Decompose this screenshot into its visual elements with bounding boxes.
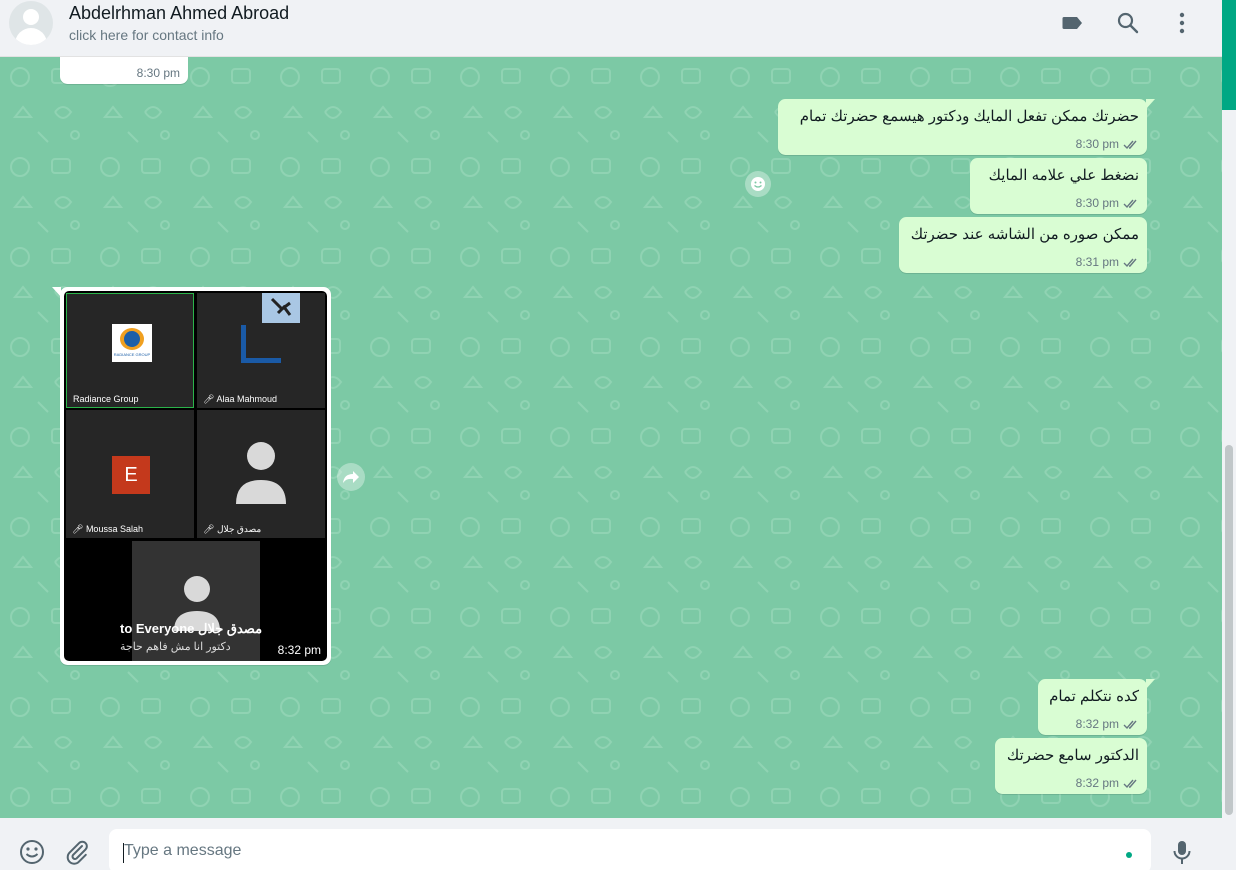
microphone-icon[interactable]	[1168, 838, 1196, 866]
message-text: ممكن صوره من الشاشه عند حضرتك	[910, 226, 1139, 243]
chat-area[interactable]: 8:30 pm حضرتك ممكن تفعل المايك ودكتور هي…	[0, 57, 1222, 818]
menu-icon[interactable]	[1169, 10, 1195, 36]
message-meta: 8:32 pm	[1076, 717, 1139, 731]
video-tile: E 🎤︎ Moussa Salah	[66, 410, 194, 538]
tile-label: 🎤︎ Alaa Mahmoud	[203, 394, 277, 404]
message-time: 8:32 pm	[1075, 776, 1119, 790]
scrollbar-thumb[interactable]	[1225, 445, 1233, 815]
video-tile: RADIANCE GROUP Radiance Group	[66, 293, 194, 408]
radiance-logo: RADIANCE GROUP	[112, 324, 152, 362]
message-time: 8:30 pm	[136, 66, 180, 80]
bubble-tail	[1146, 99, 1155, 109]
tile-label: 🎤︎ Moussa Salah	[72, 524, 143, 534]
message-meta: 8:30 pm	[1076, 137, 1139, 151]
double-check-icon	[1123, 258, 1137, 267]
message-text: حضرتك ممكن تفعل المايك ودكتور هيسمع حضرت…	[799, 108, 1139, 125]
message-meta: 8:32 pm	[1076, 776, 1139, 790]
message-text: نضغط علي علامه المايك	[988, 167, 1139, 184]
tile-label: 🎤︎ مصدق جلال	[203, 524, 262, 534]
double-check-icon	[1123, 140, 1137, 149]
tile-label: Radiance Group	[73, 394, 139, 404]
emoji-icon[interactable]	[18, 838, 46, 866]
avatar-body	[15, 28, 47, 45]
message-time: 8:32 pm	[277, 643, 321, 657]
message-bubble-in[interactable]: 8:30 pm	[60, 57, 188, 84]
double-check-icon	[1123, 199, 1137, 208]
message-meta: 8:31 pm	[1076, 255, 1139, 269]
message-bubble-out[interactable]: حضرتك ممكن تفعل المايك ودكتور هيسمع حضرت…	[778, 99, 1155, 155]
message-bubble-out[interactable]: ممكن صوره من الشاشه عند حضرتك 8:31 pm	[899, 217, 1147, 273]
message-bubble-out[interactable]: الدكتور سامع حضرتك 8:32 pm	[995, 738, 1147, 794]
message-text: الدكتور سامع حضرتك	[1006, 747, 1139, 764]
tile-initial: E	[112, 456, 150, 494]
message-time: 8:31 pm	[1075, 255, 1119, 269]
chat-header: Abdelrhman Ahmed Abroad click here for c…	[0, 0, 1222, 57]
bubble-tail	[1146, 679, 1155, 689]
image-preview[interactable]: RADIANCE GROUP Radiance Group 🎤︎ Alaa Ma…	[64, 291, 327, 661]
video-thumbnail	[262, 293, 300, 323]
message-time: 8:30 pm	[1075, 196, 1119, 210]
label-icon[interactable]	[1060, 10, 1086, 36]
avatar-head	[23, 9, 39, 25]
scrollbar[interactable]	[1222, 0, 1236, 818]
attach-icon[interactable]	[63, 838, 91, 866]
reaction-icon[interactable]	[745, 171, 771, 197]
tile-shape	[241, 325, 281, 363]
message-meta: 8:30 pm	[1076, 196, 1139, 210]
compose-bar	[0, 818, 1222, 870]
status-dot	[1126, 852, 1132, 858]
double-check-icon	[1123, 720, 1137, 729]
message-time: 8:30 pm	[1075, 137, 1119, 151]
scrollbar-top-accent	[1222, 0, 1236, 110]
message-time: 8:32 pm	[1075, 717, 1119, 731]
in-call-chat-header: to Everyone مصدق جلال	[120, 621, 263, 636]
message-input[interactable]	[109, 829, 1151, 870]
message-text: كده نتكلم تمام	[1049, 688, 1139, 705]
contact-name[interactable]: Abdelrhman Ahmed Abroad	[69, 3, 289, 24]
message-bubble-out[interactable]: كده نتكلم تمام 8:32 pm	[1038, 679, 1155, 735]
video-tile: 🎤︎ Alaa Mahmoud	[197, 293, 325, 408]
video-tile: 🎤︎ مصدق جلال	[197, 410, 325, 538]
search-icon[interactable]	[1115, 10, 1141, 36]
person-icon	[236, 442, 286, 504]
text-caret	[123, 843, 124, 863]
contact-info-link[interactable]: click here for contact info	[69, 27, 224, 43]
forward-icon[interactable]	[337, 463, 365, 491]
message-meta: 8:30 pm	[137, 66, 180, 80]
double-check-icon	[1123, 779, 1137, 788]
in-call-chat-text: دكتور انا مش فاهم حاجة	[120, 641, 231, 653]
bubble-tail	[52, 287, 61, 297]
message-bubble-out[interactable]: نضغط علي علامه المايك 8:30 pm	[970, 158, 1147, 214]
contact-avatar[interactable]	[9, 1, 53, 45]
image-message[interactable]: RADIANCE GROUP Radiance Group 🎤︎ Alaa Ma…	[52, 287, 331, 665]
